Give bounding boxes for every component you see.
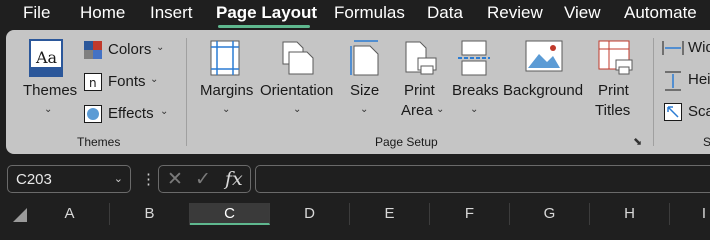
print-titles-label-line1: Print	[598, 82, 629, 99]
effects-icon	[84, 105, 102, 123]
chevron-down-icon: ⌄	[160, 106, 169, 117]
cancel-icon[interactable]: ✕	[167, 168, 183, 191]
tab-view[interactable]: View	[564, 3, 601, 23]
tab-automate[interactable]: Automate	[624, 3, 697, 23]
insert-function-icon[interactable]: fx	[225, 168, 243, 190]
column-header-d[interactable]: D	[270, 203, 350, 225]
height-label: Hei	[688, 71, 710, 88]
formula-input[interactable]	[255, 165, 710, 193]
themes-label: Themes	[23, 82, 78, 99]
breaks-icon	[458, 40, 490, 76]
print-area-label-line1: Print	[404, 82, 435, 99]
column-header-i[interactable]: I	[670, 203, 710, 225]
tab-home[interactable]: Home	[80, 3, 125, 23]
orientation-label: Orientation	[260, 82, 334, 99]
fonts-label: Fonts	[108, 73, 146, 90]
background-button[interactable]: Background	[503, 36, 585, 106]
fonts-button[interactable]: n Fonts ⌄	[82, 72, 166, 92]
tab-file[interactable]: File	[23, 3, 50, 23]
print-titles-button[interactable]: Print Titles	[592, 36, 640, 122]
print-area-button[interactable]: Print Area ⌄	[396, 36, 445, 124]
width-icon	[662, 41, 684, 55]
ribbon-panel: Aa Themes ⌄ Colors ⌄ n Fonts ⌄ Effects ⌄…	[6, 30, 710, 154]
tab-insert[interactable]: Insert	[150, 3, 193, 23]
chevron-down-icon: ⌄	[156, 42, 165, 53]
column-header-e[interactable]: E	[350, 203, 430, 225]
size-icon	[350, 40, 379, 76]
name-box[interactable]: C203 ⌄	[7, 165, 131, 193]
group-separator	[186, 38, 187, 146]
size-button[interactable]: Size ⌄	[344, 36, 388, 120]
size-label: Size	[350, 82, 380, 99]
breaks-label: Breaks	[452, 82, 499, 99]
formula-buttons: ✕ ✓ fx	[158, 165, 251, 193]
name-box-value: C203	[16, 171, 52, 188]
ribbon-tabs: File Home Insert Page Layout Formulas Da…	[0, 0, 710, 28]
effects-button[interactable]: Effects ⌄	[82, 104, 172, 124]
chevron-down-icon: ⌄	[470, 104, 479, 115]
colors-icon	[84, 41, 102, 59]
orientation-button[interactable]: Orientation ⌄	[259, 36, 337, 120]
print-area-label-line2: Area	[401, 102, 433, 119]
effects-label: Effects	[108, 105, 154, 122]
breaks-button[interactable]: Breaks ⌄	[450, 36, 500, 120]
tab-page-layout[interactable]: Page Layout	[216, 3, 317, 23]
tab-review[interactable]: Review	[487, 3, 543, 23]
column-header-f[interactable]: F	[430, 203, 510, 225]
chevron-down-icon: ⌄	[150, 74, 159, 85]
chevron-down-icon: ⌄	[436, 104, 445, 115]
chevron-down-icon[interactable]: ⌄	[114, 172, 123, 185]
themes-group-label: Themes	[77, 135, 121, 149]
width-label: Wid	[688, 39, 710, 56]
svg-text:n: n	[89, 76, 97, 90]
column-header-a[interactable]: A	[30, 203, 110, 225]
select-all-icon[interactable]	[12, 207, 28, 223]
scale-icon	[664, 103, 682, 121]
background-icon	[525, 40, 563, 72]
group-separator	[653, 38, 654, 146]
print-titles-icon	[598, 40, 633, 75]
svg-text:Aa: Aa	[35, 48, 58, 67]
fonts-icon: n	[84, 73, 102, 91]
colors-button[interactable]: Colors ⌄	[82, 40, 166, 60]
scale-label: Sca	[688, 103, 710, 120]
column-header-c[interactable]: C	[190, 203, 270, 225]
height-control[interactable]: Hei	[662, 70, 710, 91]
column-header-b[interactable]: B	[110, 203, 190, 225]
tab-formulas[interactable]: Formulas	[334, 3, 405, 23]
column-header-g[interactable]: G	[510, 203, 590, 225]
scale-group-label: S	[703, 135, 710, 149]
width-control[interactable]: Wid	[662, 38, 710, 58]
chevron-down-icon: ⌄	[222, 104, 231, 115]
print-titles-label-line2: Titles	[595, 102, 631, 119]
themes-button[interactable]: Aa Themes ⌄	[20, 36, 78, 120]
chevron-down-icon: ⌄	[360, 104, 369, 115]
column-header-h[interactable]: H	[590, 203, 670, 225]
page-setup-group-label: Page Setup	[375, 135, 438, 149]
background-label: Background	[503, 82, 584, 99]
dialog-launcher-icon[interactable]: ⬊	[633, 135, 642, 148]
colors-label: Colors	[108, 41, 152, 58]
enter-icon[interactable]: ✓	[195, 168, 211, 191]
tab-data[interactable]: Data	[427, 3, 463, 23]
margins-label: Margins	[200, 82, 254, 99]
orientation-icon	[282, 41, 314, 75]
chevron-down-icon: ⌄	[293, 104, 302, 115]
print-area-icon	[405, 41, 437, 75]
height-icon	[665, 71, 681, 91]
margins-icon	[210, 40, 240, 76]
scale-control[interactable]: Sca	[662, 102, 710, 122]
themes-icon: Aa	[29, 39, 63, 77]
active-tab-indicator	[218, 25, 310, 28]
chevron-down-icon: ⌄	[44, 104, 53, 115]
margins-button[interactable]: Margins ⌄	[198, 36, 256, 120]
more-options-icon[interactable]: ⋮	[141, 170, 156, 188]
